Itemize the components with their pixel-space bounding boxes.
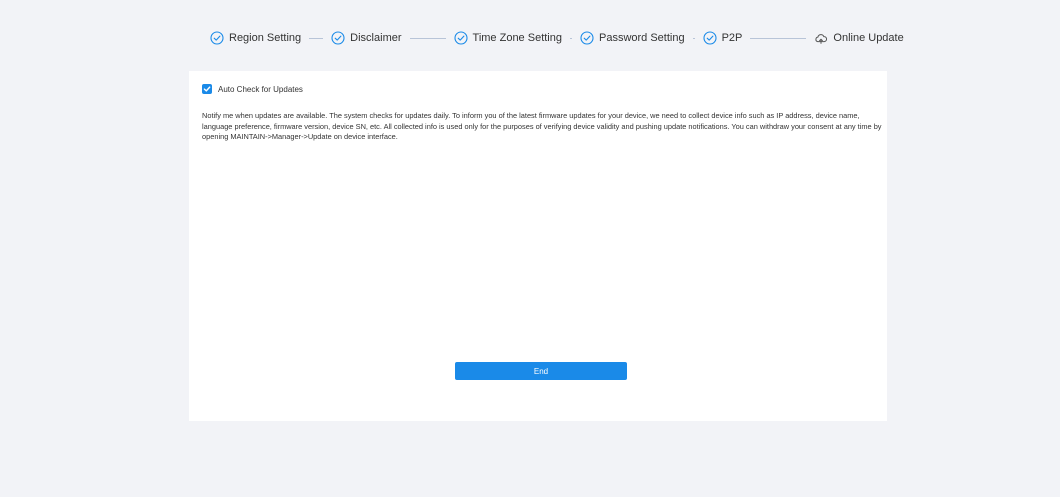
update-notice-text: Notify me when updates are available. Th… (202, 111, 882, 141)
auto-check-checkbox[interactable] (202, 84, 212, 94)
step-disclaimer: Disclaimer (331, 31, 402, 45)
step-p2p: P2P (703, 31, 743, 45)
check-circle-icon (210, 31, 224, 45)
wizard-stepper: Region Setting Disclaimer Time Zone Sett… (210, 28, 904, 48)
step-label: Password Setting (598, 32, 685, 44)
step-connector (750, 37, 807, 39)
auto-check-row[interactable]: Auto Check for Updates (202, 84, 303, 94)
end-button[interactable]: End (455, 362, 627, 380)
step-label: Region Setting (229, 32, 302, 44)
cloud-icon (814, 31, 828, 45)
check-circle-icon (453, 31, 468, 45)
online-update-panel: Auto Check for Updates Notify me when up… (189, 71, 887, 421)
step-connector (409, 37, 446, 39)
step-online-update: Online Update (814, 31, 904, 45)
step-time-zone-setting: Time Zone Setting (453, 31, 562, 45)
step-label: Disclaimer (350, 32, 402, 44)
step-region-setting: Region Setting (210, 31, 301, 45)
step-label: Online Update (833, 32, 904, 44)
check-circle-icon (703, 31, 717, 45)
step-label: Time Zone Setting (472, 32, 562, 44)
check-circle-icon (331, 31, 345, 45)
check-circle-icon (580, 31, 594, 45)
step-connector (569, 37, 572, 39)
step-password-setting: Password Setting (580, 31, 685, 45)
step-connector (692, 37, 695, 39)
auto-check-label: Auto Check for Updates (218, 84, 303, 94)
step-connector (309, 37, 324, 39)
step-label: P2P (721, 32, 743, 44)
